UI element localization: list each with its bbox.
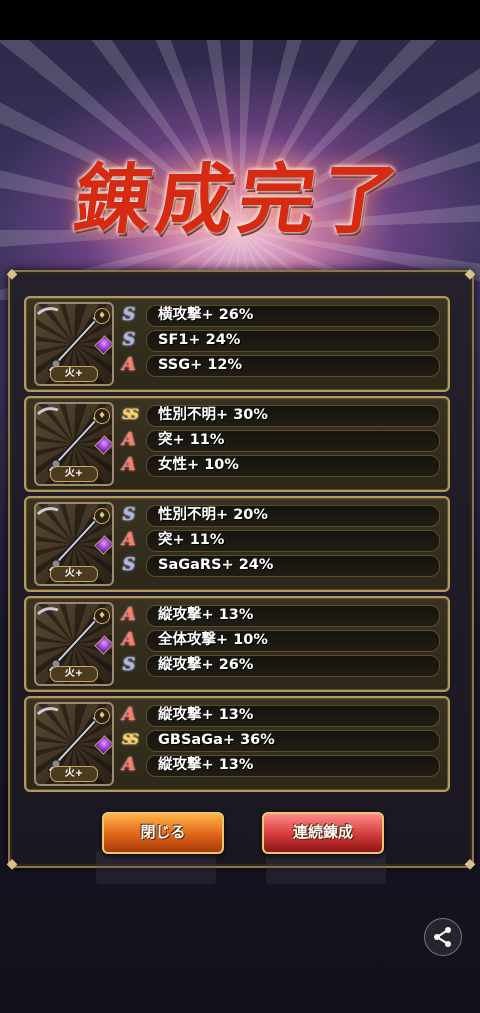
refine-result-card: ♦ 火+ A 縦攻撃+ 13% A 全体攻撃+ 10% S 縦攻撃+ 26% (24, 596, 450, 692)
ability-text: 縦攻撃+ 26% (158, 657, 254, 673)
rank-badge-icon: S (122, 504, 136, 525)
page-title: 錬成完了 (68, 155, 410, 244)
element-badge: 火+ (50, 666, 98, 682)
continue-refine-button[interactable]: 連続錬成 (262, 812, 384, 854)
ability-row: A 女性+ 10% (118, 454, 440, 477)
ability-text: 縦攻撃+ 13% (158, 707, 254, 723)
rank-badge-icon: A (122, 604, 136, 625)
lock-icon[interactable]: ♦ (94, 408, 110, 424)
rank-badge-icon: S (122, 654, 136, 675)
weapon-thumbnail[interactable]: ♦ 火+ (34, 402, 114, 486)
ability-text: 突+ 11% (158, 432, 225, 448)
lock-icon[interactable]: ♦ (94, 708, 110, 724)
ability-row: S 縦攻撃+ 26% (118, 654, 440, 677)
rank-badge-icon: S (122, 329, 136, 350)
element-badge: 火+ (50, 566, 98, 582)
lock-icon[interactable]: ♦ (94, 508, 110, 524)
ability-text: 縦攻撃+ 13% (158, 757, 254, 773)
share-icon (434, 927, 451, 947)
background-button-shadow (266, 850, 386, 884)
ability-text: GBSaGa+ 36% (158, 732, 275, 748)
ability-row: A 突+ 11% (118, 529, 440, 552)
rank-badge-icon: SS (122, 407, 139, 423)
weapon-thumbnail[interactable]: ♦ 火+ (34, 502, 114, 586)
ability-row: A 縦攻撃+ 13% (118, 604, 440, 627)
rank-badge-icon: SS (122, 732, 139, 748)
rank-badge-icon: A (122, 704, 136, 725)
ability-text: 全体攻撃+ 10% (158, 632, 268, 648)
ability-row: A 突+ 11% (118, 429, 440, 452)
rank-badge-icon: A (122, 454, 136, 475)
lock-icon[interactable]: ♦ (94, 608, 110, 624)
weapon-thumbnail[interactable]: ♦ 火+ (34, 302, 114, 386)
ability-text: 横攻撃+ 26% (158, 307, 254, 323)
rank-badge-icon: A (122, 529, 136, 550)
ability-row: A 縦攻撃+ 13% (118, 704, 440, 727)
ability-row: S SaGaRS+ 24% (118, 554, 440, 577)
rank-badge-icon: S (122, 304, 136, 325)
element-badge: 火+ (50, 766, 98, 782)
rank-badge-icon: A (122, 629, 136, 650)
element-badge: 火+ (50, 466, 98, 482)
refine-result-card: ♦ 火+ S 横攻撃+ 26% S SF1+ 24% A SSG+ 12% (24, 296, 450, 392)
ability-text: 性別不明+ 30% (158, 407, 268, 423)
ability-text: SF1+ 24% (158, 332, 241, 348)
ability-text: 性別不明+ 20% (158, 507, 268, 523)
ability-text: 女性+ 10% (158, 457, 239, 473)
ability-text: SSG+ 12% (158, 357, 243, 373)
ability-row: A SSG+ 12% (118, 354, 440, 377)
weapon-thumbnail[interactable]: ♦ 火+ (34, 602, 114, 686)
element-badge: 火+ (50, 366, 98, 382)
rank-badge-icon: S (122, 554, 136, 575)
share-button[interactable] (424, 918, 462, 956)
ability-row: S 性別不明+ 20% (118, 504, 440, 527)
ornament-corner-icon: ◆ (6, 266, 18, 282)
rank-badge-icon: A (122, 429, 136, 450)
lock-icon[interactable]: ♦ (94, 308, 110, 324)
ornament-corner-icon: ◆ (6, 856, 18, 872)
status-bar (0, 0, 480, 40)
ability-text: 突+ 11% (158, 532, 225, 548)
ability-row: A 縦攻撃+ 13% (118, 754, 440, 777)
ability-text: 縦攻撃+ 13% (158, 607, 254, 623)
refine-result-card: ♦ 火+ A 縦攻撃+ 13% SS GBSaGa+ 36% A 縦攻撃+ 13% (24, 696, 450, 792)
ability-row: S 横攻撃+ 26% (118, 304, 440, 327)
rank-badge-icon: A (122, 754, 136, 775)
ability-row: SS GBSaGa+ 36% (118, 729, 440, 752)
ornament-corner-icon: ◆ (464, 266, 476, 282)
ability-row: SS 性別不明+ 30% (118, 404, 440, 427)
ability-row: S SF1+ 24% (118, 329, 440, 352)
ornament-corner-icon: ◆ (464, 856, 476, 872)
weapon-thumbnail[interactable]: ♦ 火+ (34, 702, 114, 786)
refine-result-card: ♦ 火+ SS 性別不明+ 30% A 突+ 11% A 女性+ 10% (24, 396, 450, 492)
background-button-shadow (96, 850, 216, 884)
ability-text: SaGaRS+ 24% (158, 557, 274, 573)
ability-row: A 全体攻撃+ 10% (118, 629, 440, 652)
refine-result-card: ♦ 火+ S 性別不明+ 20% A 突+ 11% S SaGaRS+ 24% (24, 496, 450, 592)
rank-badge-icon: A (122, 354, 136, 375)
close-button[interactable]: 閉じる (102, 812, 224, 854)
